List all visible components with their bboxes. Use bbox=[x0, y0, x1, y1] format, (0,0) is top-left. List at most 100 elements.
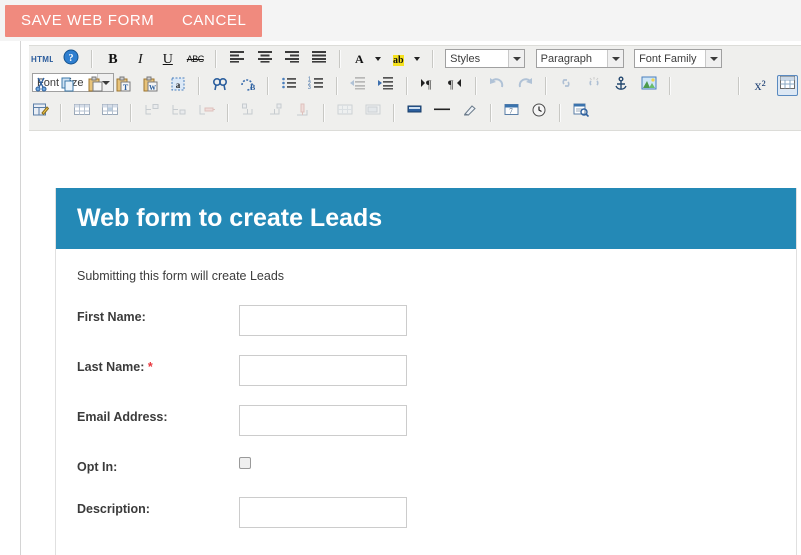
toolbar-separator bbox=[198, 77, 200, 95]
paste-from-word-icon[interactable]: W bbox=[140, 75, 161, 96]
editor-content-area[interactable]: Web form to create Leads Submitting this… bbox=[29, 131, 801, 555]
opt-in-label: Opt In: bbox=[77, 455, 239, 474]
delete-table-icon[interactable] bbox=[72, 102, 93, 123]
table-properties-icon[interactable] bbox=[30, 102, 51, 123]
preview-icon[interactable] bbox=[570, 102, 591, 123]
page-title: Web form to create Leads bbox=[56, 188, 796, 249]
form-row-last-name: Last Name: * bbox=[56, 355, 796, 405]
toolbar-separator bbox=[559, 104, 561, 122]
svg-text:¶: ¶ bbox=[448, 77, 454, 90]
bold-button[interactable]: B bbox=[102, 48, 123, 69]
background-color-letter: ab bbox=[393, 55, 404, 66]
anchor-icon[interactable] bbox=[611, 75, 632, 96]
text-direction-rtl-icon[interactable]: ¶ bbox=[445, 75, 466, 96]
font-family-select[interactable]: Font Family bbox=[634, 49, 722, 68]
first-name-input[interactable] bbox=[239, 305, 407, 336]
select-all-icon[interactable]: a bbox=[167, 75, 188, 96]
email-address-label: Email Address: bbox=[77, 405, 239, 424]
styles-select[interactable]: Styles bbox=[445, 49, 525, 68]
align-right-button[interactable] bbox=[282, 48, 303, 69]
insert-column-before-icon[interactable] bbox=[238, 102, 259, 123]
description-input[interactable] bbox=[239, 497, 407, 528]
insert-table-icon[interactable] bbox=[777, 75, 798, 96]
underline-button[interactable]: U bbox=[157, 48, 178, 69]
paste-icon[interactable] bbox=[85, 75, 106, 96]
strikethrough-button[interactable]: ABC bbox=[185, 48, 206, 69]
split-cell-icon[interactable] bbox=[362, 102, 383, 123]
redo-icon[interactable] bbox=[514, 75, 535, 96]
increase-indent-icon[interactable] bbox=[375, 75, 396, 96]
merge-cells-icon[interactable] bbox=[335, 102, 356, 123]
toolbar-separator bbox=[267, 77, 269, 95]
cell-properties-icon[interactable] bbox=[99, 102, 120, 123]
image-icon[interactable] bbox=[638, 75, 659, 96]
remove-format-icon[interactable] bbox=[459, 102, 480, 123]
svg-text:¶: ¶ bbox=[426, 77, 432, 90]
subscript-icon[interactable] bbox=[680, 75, 701, 96]
paste-as-plain-text-icon[interactable]: T bbox=[112, 75, 133, 96]
opt-in-checkbox[interactable] bbox=[239, 457, 251, 469]
italic-button[interactable]: I bbox=[130, 48, 151, 69]
copy-icon[interactable] bbox=[57, 75, 78, 96]
bulleted-list-icon[interactable] bbox=[279, 75, 300, 96]
align-center-button[interactable] bbox=[254, 48, 275, 69]
horizontal-rule-icon[interactable] bbox=[432, 102, 453, 123]
superscript-icon[interactable] bbox=[708, 75, 729, 96]
styles-select-label: Styles bbox=[450, 52, 480, 66]
toolbar-separator bbox=[406, 77, 408, 95]
insert-column-after-icon[interactable] bbox=[266, 102, 287, 123]
text-color-letter: A bbox=[355, 52, 364, 66]
align-justify-button[interactable] bbox=[309, 48, 330, 69]
undo-icon[interactable] bbox=[487, 75, 508, 96]
text-direction-ltr-icon[interactable]: ¶ bbox=[417, 75, 438, 96]
toolbar-separator bbox=[738, 77, 740, 95]
background-color-button[interactable]: ab bbox=[390, 48, 407, 69]
numbered-list-icon[interactable]: 123 bbox=[306, 75, 327, 96]
cut-icon[interactable] bbox=[30, 75, 51, 96]
toolbar-separator bbox=[91, 50, 93, 68]
insert-date-icon[interactable]: 7 bbox=[501, 102, 522, 123]
toolbar-row-1: HTML ? B I U ABC A bbox=[29, 46, 801, 73]
find-icon[interactable] bbox=[209, 75, 230, 96]
align-left-button[interactable] bbox=[227, 48, 248, 69]
text-color-chevron-down-icon[interactable] bbox=[373, 48, 384, 69]
show-blocks-icon[interactable] bbox=[404, 102, 425, 123]
form-body: Submitting this form will create Leads F… bbox=[56, 249, 796, 555]
last-name-label: Last Name: * bbox=[77, 355, 239, 374]
toolbar-separator bbox=[323, 104, 325, 122]
email-address-input[interactable] bbox=[239, 405, 407, 436]
insert-time-icon[interactable] bbox=[529, 102, 550, 123]
last-name-input[interactable] bbox=[239, 355, 407, 386]
last-name-label-text: Last Name: bbox=[77, 360, 144, 374]
paragraph-format-select[interactable]: Paragraph bbox=[536, 49, 624, 68]
form-row-first-name: First Name: bbox=[56, 305, 796, 355]
font-family-select-label: Font Family bbox=[639, 52, 696, 66]
unlink-icon[interactable] bbox=[583, 75, 604, 96]
web-form-panel: Web form to create Leads Submitting this… bbox=[55, 188, 797, 555]
delete-row-icon[interactable] bbox=[196, 102, 217, 123]
special-character-icon[interactable]: x² bbox=[750, 75, 771, 96]
toolbar-row-3: 7 bbox=[29, 100, 801, 127]
toolbar-separator bbox=[490, 104, 492, 122]
required-asterisk: * bbox=[148, 360, 153, 374]
svg-text:3: 3 bbox=[308, 85, 311, 90]
svg-text:7: 7 bbox=[509, 108, 513, 116]
replace-icon[interactable]: B bbox=[237, 75, 258, 96]
text-color-button[interactable]: A bbox=[351, 48, 368, 69]
insert-row-before-icon[interactable] bbox=[141, 102, 162, 123]
toolbar-separator bbox=[130, 104, 132, 122]
cancel-button[interactable]: CANCEL bbox=[166, 5, 262, 37]
decrease-indent-icon[interactable] bbox=[348, 75, 369, 96]
save-web-form-button[interactable]: SAVE WEB FORM bbox=[5, 5, 170, 37]
source-html-button[interactable]: HTML bbox=[30, 48, 54, 69]
toolbar-row-2: T W a B 123 bbox=[29, 73, 801, 100]
background-color-chevron-down-icon[interactable] bbox=[412, 48, 423, 69]
delete-column-icon[interactable] bbox=[293, 102, 314, 123]
svg-text:B: B bbox=[250, 83, 255, 92]
editor-toolbar: HTML ? B I U ABC A bbox=[29, 45, 801, 131]
insert-row-after-icon[interactable] bbox=[169, 102, 190, 123]
toolbar-separator bbox=[432, 50, 434, 68]
form-row-opt-in: Opt In: bbox=[56, 455, 796, 497]
help-icon[interactable]: ? bbox=[60, 48, 81, 69]
link-icon[interactable] bbox=[556, 75, 577, 96]
